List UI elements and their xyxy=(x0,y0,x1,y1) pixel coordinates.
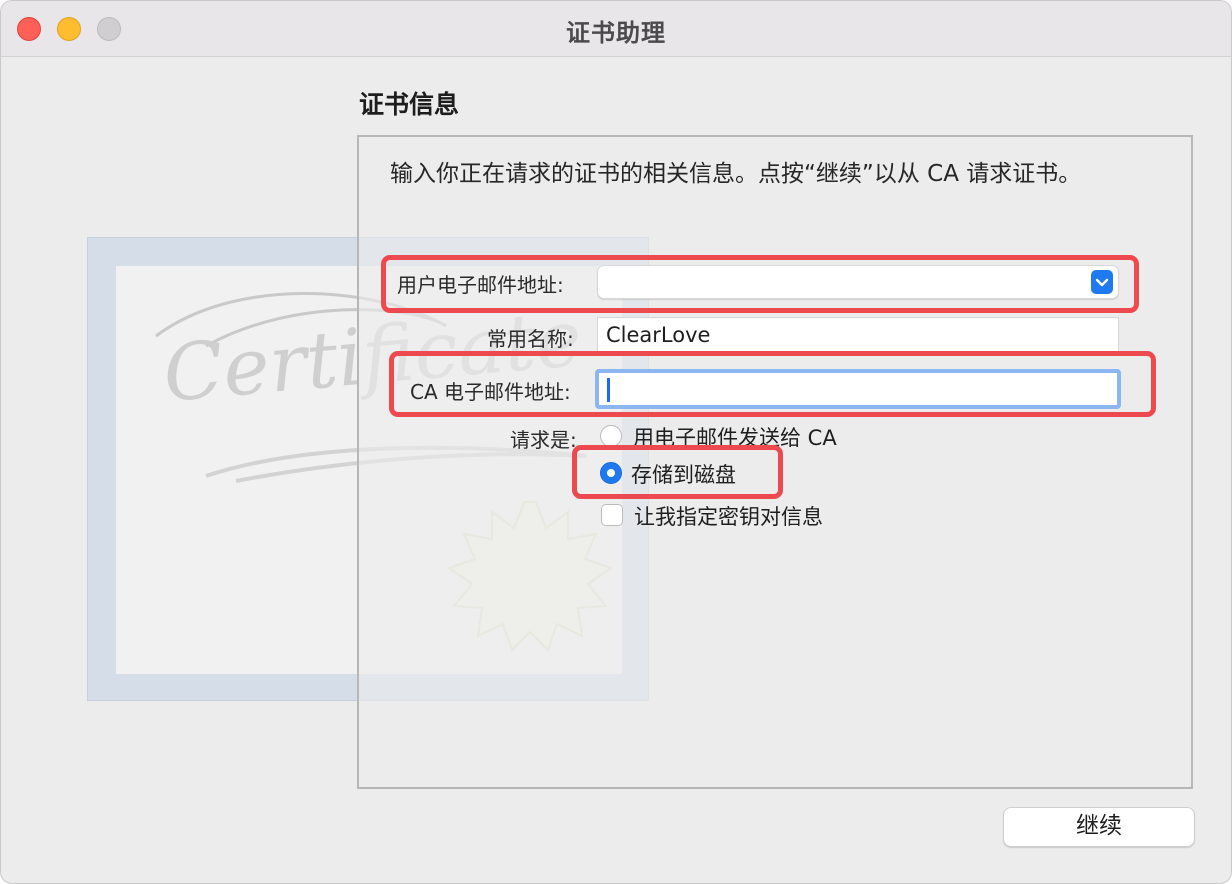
window-title: 证书助理 xyxy=(566,19,666,47)
continue-button[interactable]: 继续 xyxy=(1003,807,1195,847)
request-label: 请求是: xyxy=(510,428,577,452)
text-cursor xyxy=(607,378,610,402)
key-pair-checkbox-label[interactable]: 让我指定密钥对信息 xyxy=(634,501,823,531)
certificate-assistant-window: 证书助理 Certificate 证书信息 输入你正在请求的证书的相关信息。点按… xyxy=(0,0,1232,884)
user-email-popup[interactable] xyxy=(597,265,1119,299)
ca-email-label: CA 电子邮件地址: xyxy=(410,380,571,404)
common-name-label: 常用名称: xyxy=(487,327,574,351)
ca-email-field[interactable] xyxy=(595,369,1121,409)
title-bar: 证书助理 xyxy=(1,1,1231,57)
chevron-down-icon[interactable] xyxy=(1091,270,1113,294)
radio-save-to-disk-label[interactable]: 存储到磁盘 xyxy=(631,459,736,489)
radio-email-to-ca-label[interactable]: 用电子邮件发送给 CA xyxy=(633,422,837,452)
key-pair-checkbox[interactable] xyxy=(601,504,623,526)
section-title: 证书信息 xyxy=(359,90,460,119)
radio-email-to-ca[interactable] xyxy=(600,425,622,447)
user-email-label: 用户电子邮件地址: xyxy=(397,273,564,297)
common-name-field[interactable]: ClearLove xyxy=(597,317,1119,353)
radio-save-to-disk[interactable] xyxy=(600,462,622,484)
info-panel xyxy=(357,135,1193,789)
intro-text: 输入你正在请求的证书的相关信息。点按“继续”以从 CA 请求证书。 xyxy=(390,161,1082,187)
